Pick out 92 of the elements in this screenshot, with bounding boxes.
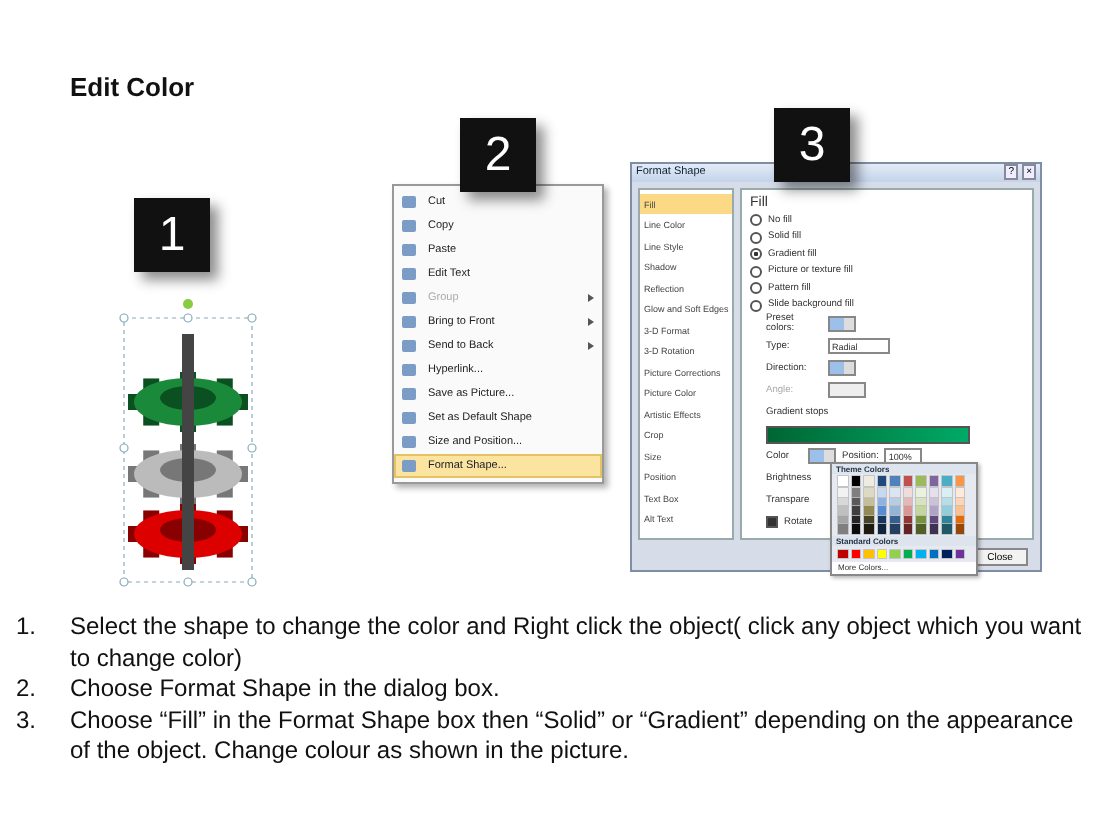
color-swatch[interactable] — [955, 497, 964, 507]
color-swatch[interactable] — [890, 488, 899, 498]
step-number-label: 2. — [16, 674, 39, 705]
color-swatch[interactable] — [864, 549, 873, 559]
color-swatch[interactable] — [955, 488, 964, 498]
color-swatch[interactable] — [877, 515, 886, 525]
step-text: Select the shape to change the color and Right click the object( click any object which you want to change color) — [70, 612, 1084, 674]
color-swatch[interactable] — [916, 515, 925, 525]
color-swatch[interactable] — [851, 524, 860, 534]
color-swatch[interactable] — [942, 524, 951, 534]
color-swatch[interactable] — [838, 488, 847, 498]
radio-button[interactable] — [750, 248, 762, 260]
color-swatch[interactable] — [929, 549, 938, 559]
color-swatch[interactable] — [942, 549, 951, 559]
color-swatch[interactable] — [838, 549, 847, 559]
radio-button[interactable] — [750, 282, 762, 294]
step-number-label: 3. — [16, 705, 39, 737]
color-swatch[interactable] — [916, 488, 925, 498]
angle-field[interactable] — [828, 382, 866, 399]
checkbox[interactable] — [766, 516, 778, 529]
color-swatch[interactable] — [942, 515, 951, 525]
color-swatch[interactable] — [864, 488, 873, 498]
color-swatch[interactable] — [838, 476, 847, 486]
color-swatch[interactable] — [929, 506, 938, 516]
color-swatch[interactable] — [851, 497, 860, 507]
color-swatch[interactable] — [877, 524, 886, 534]
color-swatch[interactable] — [929, 476, 938, 486]
color-swatch[interactable] — [890, 476, 899, 486]
color-swatch[interactable] — [890, 506, 899, 516]
color-swatch[interactable] — [903, 549, 912, 559]
color-swatch[interactable] — [903, 524, 912, 534]
color-swatch[interactable] — [903, 506, 912, 516]
color-swatch[interactable] — [903, 476, 912, 486]
step-number-label: 1. — [16, 612, 39, 644]
color-swatch[interactable] — [864, 515, 873, 525]
color-swatch[interactable] — [877, 497, 886, 507]
step-number: 3 — [774, 108, 850, 182]
color-swatch[interactable] — [955, 515, 964, 525]
color-swatch[interactable] — [916, 506, 925, 516]
color-swatch[interactable] — [851, 506, 860, 516]
color-swatch[interactable] — [877, 549, 886, 559]
step-number: 1 — [134, 198, 210, 272]
preset-colors-picker[interactable] — [828, 316, 856, 333]
color-swatch[interactable] — [916, 549, 925, 559]
color-swatch[interactable] — [955, 476, 964, 486]
color-swatch[interactable] — [851, 515, 860, 525]
color-swatch[interactable] — [838, 524, 847, 534]
color-swatch[interactable] — [942, 497, 951, 507]
color-swatch[interactable] — [877, 476, 886, 486]
color-swatch[interactable] — [838, 497, 847, 507]
gradient-stops-bar[interactable] — [766, 425, 970, 444]
color-swatch[interactable] — [890, 515, 899, 525]
color-swatch[interactable] — [851, 476, 860, 486]
radio-button[interactable] — [750, 214, 762, 226]
step-text: Choose “Fill” in the Format Shape box then “Solid” or “Gradient” depending on the appearance of the object. Change colour as shown in the picture. — [70, 705, 1076, 767]
color-swatch[interactable] — [916, 497, 925, 507]
color-swatch[interactable] — [851, 549, 860, 559]
color-swatch[interactable] — [929, 524, 938, 534]
color-swatch[interactable] — [877, 506, 886, 516]
color-swatch[interactable] — [916, 476, 925, 486]
color-swatch[interactable] — [929, 488, 938, 498]
radio-button[interactable] — [750, 231, 762, 243]
color-swatch[interactable] — [955, 524, 964, 534]
color-swatch[interactable] — [903, 515, 912, 525]
color-swatch[interactable] — [851, 488, 860, 498]
color-swatch[interactable] — [864, 476, 873, 486]
color-swatch[interactable] — [942, 488, 951, 498]
color-swatch[interactable] — [903, 488, 912, 498]
color-swatch[interactable] — [890, 497, 899, 507]
color-picker[interactable] — [808, 448, 836, 465]
color-swatch[interactable] — [903, 497, 912, 507]
color-swatch[interactable] — [877, 488, 886, 498]
color-swatch[interactable] — [916, 524, 925, 534]
direction-picker[interactable] — [828, 360, 856, 377]
color-swatch[interactable] — [955, 549, 964, 559]
color-swatch[interactable] — [890, 524, 899, 534]
step-number: 2 — [460, 118, 536, 192]
color-swatch[interactable] — [864, 497, 873, 507]
slide-title: Edit Color — [70, 72, 197, 106]
color-swatch[interactable] — [838, 515, 847, 525]
color-swatch[interactable] — [864, 524, 873, 534]
color-swatch[interactable] — [864, 506, 873, 516]
radio-button[interactable] — [750, 265, 762, 277]
color-swatch[interactable] — [942, 476, 951, 486]
color-swatch[interactable] — [929, 515, 938, 525]
color-swatch[interactable] — [929, 497, 938, 507]
color-swatch[interactable] — [955, 506, 964, 516]
color-swatch[interactable] — [890, 549, 899, 559]
color-swatch[interactable] — [838, 506, 847, 516]
color-swatch[interactable] — [942, 506, 951, 516]
radio-button[interactable] — [750, 299, 762, 311]
step-text: Choose Format Shape in the dialog box. — [70, 674, 500, 705]
